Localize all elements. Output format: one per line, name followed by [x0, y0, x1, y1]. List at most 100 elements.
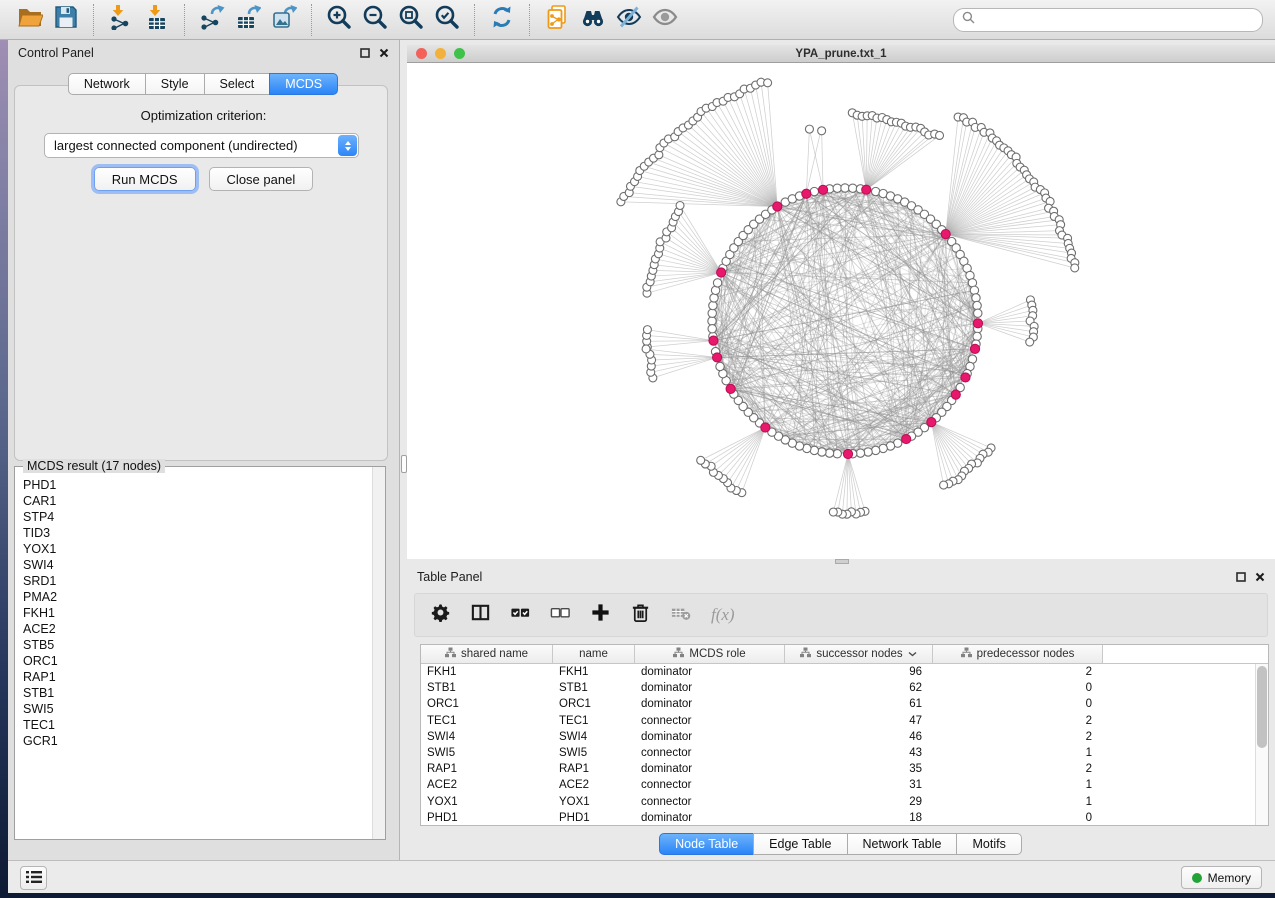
list-item[interactable]: YOX1 [23, 541, 373, 557]
show-selected-button[interactable] [650, 5, 680, 35]
list-item[interactable]: ORC1 [23, 653, 373, 669]
cell-shared-name[interactable]: ACE2 [421, 777, 553, 793]
cell-shared-name[interactable]: RAP1 [421, 761, 553, 777]
cell-MCDS-role[interactable]: dominator [635, 664, 785, 680]
table-row[interactable]: ACE2ACE2connector311 [421, 777, 1268, 793]
list-item[interactable]: STP4 [23, 509, 373, 525]
cell-MCDS-role[interactable]: connector [635, 794, 785, 810]
export-image-button[interactable] [269, 5, 299, 35]
cell-shared-name[interactable]: PHD1 [421, 810, 553, 826]
float-panel-icon[interactable] [360, 48, 370, 58]
table-row[interactable]: PHD1PHD1dominator180 [421, 810, 1268, 826]
cell-MCDS-role[interactable]: dominator [635, 810, 785, 826]
tab-node-table[interactable]: Node Table [659, 833, 754, 855]
result-scrollbar[interactable] [372, 467, 385, 839]
list-item[interactable]: SWI5 [23, 701, 373, 717]
cell-predecessor-nodes[interactable]: 0 [933, 810, 1103, 826]
table-row[interactable]: TEC1TEC1connector472 [421, 713, 1268, 729]
cell-name[interactable]: RAP1 [553, 761, 635, 777]
close-panel-icon[interactable] [1255, 572, 1265, 582]
cell-name[interactable]: FKH1 [553, 664, 635, 680]
list-item[interactable]: RAP1 [23, 669, 373, 685]
delete-rows-button[interactable] [630, 602, 651, 628]
close-panel-button[interactable]: Close panel [209, 167, 314, 191]
cell-name[interactable]: STB1 [553, 680, 635, 696]
close-window-icon[interactable] [416, 48, 427, 59]
cell-shared-name[interactable]: TEC1 [421, 713, 553, 729]
cell-shared-name[interactable]: SWI4 [421, 729, 553, 745]
column-header-MCDS-role[interactable]: MCDS role [635, 645, 785, 663]
column-header-name[interactable]: name [553, 645, 635, 663]
cell-predecessor-nodes[interactable]: 2 [933, 664, 1103, 680]
list-item[interactable]: STB5 [23, 637, 373, 653]
list-item[interactable]: CAR1 [23, 493, 373, 509]
cell-MCDS-role[interactable]: dominator [635, 680, 785, 696]
cell-successor-nodes[interactable]: 47 [785, 713, 933, 729]
cell-successor-nodes[interactable]: 31 [785, 777, 933, 793]
cell-successor-nodes[interactable]: 29 [785, 794, 933, 810]
cell-predecessor-nodes[interactable]: 0 [933, 696, 1103, 712]
cell-shared-name[interactable]: FKH1 [421, 664, 553, 680]
table-row[interactable]: YOX1YOX1connector291 [421, 794, 1268, 810]
search-input[interactable] [980, 12, 1254, 28]
cell-predecessor-nodes[interactable]: 2 [933, 713, 1103, 729]
list-item[interactable]: TEC1 [23, 717, 373, 733]
cell-shared-name[interactable]: SWI5 [421, 745, 553, 761]
tab-motifs[interactable]: Motifs [956, 833, 1021, 855]
table-row[interactable]: SWI5SWI5connector431 [421, 745, 1268, 761]
cell-MCDS-role[interactable]: dominator [635, 729, 785, 745]
scrollbar-thumb[interactable] [1257, 666, 1267, 748]
tab-style[interactable]: Style [145, 73, 205, 95]
cell-successor-nodes[interactable]: 43 [785, 745, 933, 761]
refresh-button[interactable] [487, 5, 517, 35]
import-network-button[interactable] [106, 5, 136, 35]
table-row[interactable]: SWI4SWI4dominator462 [421, 729, 1268, 745]
cell-predecessor-nodes[interactable]: 1 [933, 794, 1103, 810]
cell-predecessor-nodes[interactable]: 2 [933, 761, 1103, 777]
column-header-successor-nodes[interactable]: successor nodes [785, 645, 933, 663]
cell-successor-nodes[interactable]: 46 [785, 729, 933, 745]
function-builder-button[interactable]: f(x) [711, 605, 735, 625]
cell-MCDS-role[interactable]: connector [635, 777, 785, 793]
zoom-fit-button[interactable] [396, 5, 426, 35]
cell-shared-name[interactable]: ORC1 [421, 696, 553, 712]
export-network-button[interactable] [197, 5, 227, 35]
select-all-rows-button[interactable] [510, 602, 531, 628]
cell-name[interactable]: YOX1 [553, 794, 635, 810]
table-row[interactable]: RAP1RAP1dominator352 [421, 761, 1268, 777]
task-history-button[interactable] [20, 866, 47, 890]
cell-MCDS-role[interactable]: connector [635, 713, 785, 729]
hide-selected-button[interactable] [614, 5, 644, 35]
cell-successor-nodes[interactable]: 18 [785, 810, 933, 826]
cell-successor-nodes[interactable]: 96 [785, 664, 933, 680]
zoom-in-button[interactable] [324, 5, 354, 35]
network-titlebar[interactable]: YPA_prune.txt_1 [407, 45, 1275, 63]
close-panel-icon[interactable] [379, 48, 389, 58]
zoom-selected-button[interactable] [432, 5, 462, 35]
network-canvas[interactable] [407, 63, 1275, 559]
criterion-select[interactable]: largest connected component (undirected) [44, 133, 359, 158]
cell-shared-name[interactable]: STB1 [421, 680, 553, 696]
toggle-columns-button[interactable] [470, 602, 491, 628]
list-item[interactable]: SRD1 [23, 573, 373, 589]
column-settings-button[interactable] [430, 602, 451, 628]
tab-edge-table[interactable]: Edge Table [753, 833, 847, 855]
table-row[interactable]: STB1STB1dominator620 [421, 680, 1268, 696]
list-item[interactable]: PHD1 [23, 477, 373, 493]
cell-MCDS-role[interactable]: dominator [635, 761, 785, 777]
column-header-shared-name[interactable]: shared name [421, 645, 553, 663]
add-row-button[interactable] [590, 602, 611, 628]
import-table-button[interactable] [142, 5, 172, 35]
table-row[interactable]: ORC1ORC1dominator610 [421, 696, 1268, 712]
list-item[interactable]: SWI4 [23, 557, 373, 573]
tab-network[interactable]: Network [68, 73, 146, 95]
list-item[interactable]: STB1 [23, 685, 373, 701]
cell-predecessor-nodes[interactable]: 1 [933, 777, 1103, 793]
cell-MCDS-role[interactable]: dominator [635, 696, 785, 712]
zoom-out-button[interactable] [360, 5, 390, 35]
tab-network-table[interactable]: Network Table [847, 833, 958, 855]
maximize-window-icon[interactable] [454, 48, 465, 59]
cell-predecessor-nodes[interactable]: 0 [933, 680, 1103, 696]
export-table-button[interactable] [233, 5, 263, 35]
save-session-button[interactable] [51, 5, 81, 35]
